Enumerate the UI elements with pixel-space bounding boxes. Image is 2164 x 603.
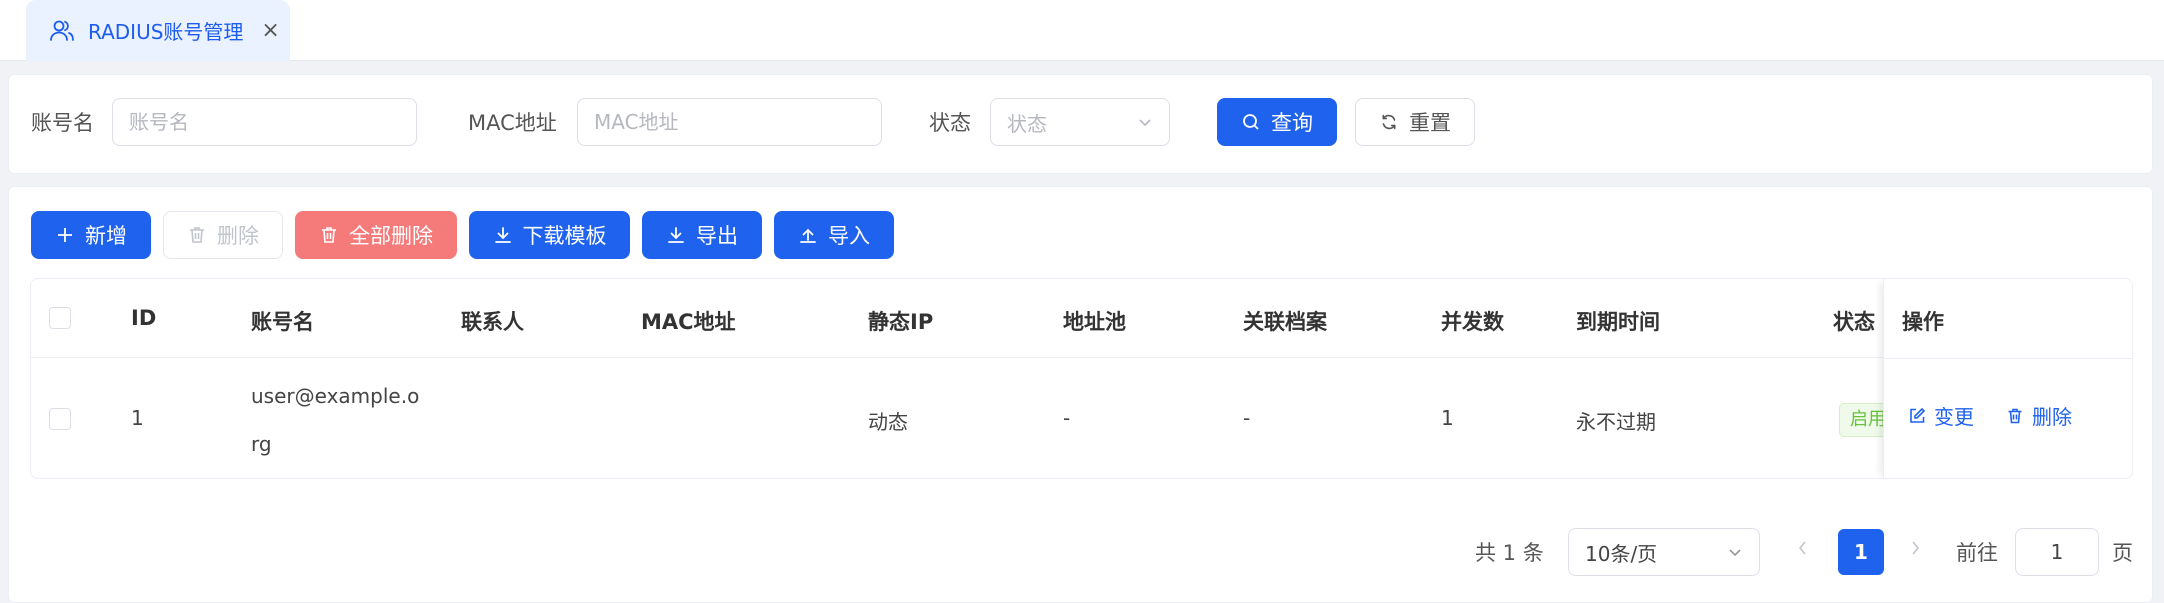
delete-label: 删除 — [217, 224, 259, 248]
goto-label: 前往 — [1956, 541, 1998, 565]
accounts-table: ID 账号名 联系人 MAC地址 静态IP 地址池 关联档案 并发数 到期时间 … — [30, 278, 2133, 479]
trash-icon — [2006, 407, 2024, 425]
chevron-down-icon — [1727, 544, 1743, 560]
column-header-pool: 地址池 — [1063, 310, 1126, 334]
edit-button[interactable]: 变更 — [1908, 401, 1974, 430]
status-label: 状态 — [929, 111, 971, 135]
page-size-value: 10条/页 — [1585, 541, 1658, 566]
column-header-actions: 操作 — [1902, 310, 1944, 334]
goto-page-input[interactable] — [2015, 528, 2099, 576]
add-button[interactable]: 新增 — [31, 211, 151, 259]
reset-label: 重置 — [1409, 111, 1451, 135]
cell-static-ip: 动态 — [868, 410, 908, 434]
actions-column: 操作 变更 删除 — [1883, 279, 2132, 478]
query-label: 查询 — [1271, 111, 1313, 135]
import-button[interactable]: 导入 — [774, 211, 894, 259]
cell-account: user@example.o rg — [251, 372, 419, 468]
cell-pool: - — [1063, 406, 1071, 430]
chevron-right-icon — [1912, 541, 1920, 555]
pager-total: 共 1 条 — [1475, 541, 1544, 565]
actions-divider — [1884, 358, 2132, 359]
row-delete-button[interactable]: 删除 — [2006, 401, 2072, 430]
reset-button[interactable]: 重置 — [1355, 98, 1475, 146]
account-label: 账号名 — [31, 111, 94, 135]
users-icon — [48, 17, 76, 45]
delete-button[interactable]: 删除 — [163, 211, 283, 259]
search-panel: 账号名 MAC地址 状态 状态 查询 重置 — [8, 74, 2153, 174]
status-select-placeholder: 状态 — [1007, 111, 1047, 136]
row-delete-label: 删除 — [2032, 405, 2072, 429]
column-header-profile: 关联档案 — [1243, 310, 1327, 334]
export-button[interactable]: 导出 — [642, 211, 762, 259]
select-all-checkbox[interactable] — [49, 307, 71, 329]
query-button[interactable]: 查询 — [1217, 98, 1337, 146]
edit-label: 变更 — [1934, 405, 1974, 429]
upload-icon — [798, 225, 818, 245]
tab-bar: RADIUS账号管理 × — [0, 0, 2164, 61]
page-1-button[interactable]: 1 — [1838, 529, 1884, 575]
refresh-icon — [1379, 112, 1399, 132]
column-header-expire: 到期时间 — [1576, 310, 1660, 334]
prev-page-button[interactable] — [1795, 537, 1811, 559]
close-icon[interactable]: × — [261, 19, 279, 42]
chevron-left-icon — [1798, 541, 1806, 555]
mac-label: MAC地址 — [468, 111, 557, 135]
search-icon — [1241, 112, 1261, 132]
delete-all-label: 全部删除 — [349, 224, 433, 248]
cell-account-line2: rg — [251, 432, 272, 456]
trash-icon — [319, 225, 339, 245]
account-input[interactable] — [112, 98, 417, 146]
table-row: 1 user@example.o rg 动态 - - 1 永不过期 启用 — [31, 358, 2132, 478]
page-size-select[interactable]: 10条/页 — [1568, 528, 1760, 576]
delete-all-button[interactable]: 全部删除 — [295, 211, 457, 259]
tab-label: RADIUS账号管理 — [88, 20, 244, 44]
row-checkbox[interactable] — [49, 408, 71, 430]
column-header-status: 状态 — [1833, 310, 1875, 334]
column-header-id: ID — [131, 306, 157, 330]
edit-icon — [1908, 407, 1926, 425]
cell-expire: 永不过期 — [1576, 410, 1656, 434]
chevron-down-icon — [1137, 114, 1153, 130]
table-header: ID 账号名 联系人 MAC地址 静态IP 地址池 关联档案 并发数 到期时间 … — [31, 279, 2132, 358]
plus-icon — [55, 225, 75, 245]
download-template-label: 下载模板 — [522, 224, 607, 248]
trash-icon — [187, 225, 207, 245]
next-page-button[interactable] — [1907, 537, 1923, 559]
download-icon — [493, 225, 513, 245]
download-template-button[interactable]: 下载模板 — [469, 211, 630, 259]
column-header-mac: MAC地址 — [641, 310, 736, 334]
cell-id: 1 — [131, 406, 144, 430]
import-label: 导入 — [828, 224, 870, 248]
column-header-contact: 联系人 — [461, 310, 524, 334]
tab-radius-accounts[interactable]: RADIUS账号管理 × — [26, 0, 290, 61]
add-label: 新增 — [85, 224, 127, 248]
column-header-static-ip: 静态IP — [868, 310, 934, 334]
export-label: 导出 — [696, 224, 738, 248]
mac-input[interactable] — [577, 98, 882, 146]
column-header-account: 账号名 — [251, 310, 314, 334]
cell-profile: - — [1243, 406, 1251, 430]
cell-concurrency: 1 — [1441, 406, 1454, 430]
list-panel: 新增 删除 全部删除 下载模板 导出 导入 ID 账号名 联系人 MAC地址 静… — [8, 186, 2153, 603]
page-unit-label: 页 — [2112, 541, 2133, 565]
status-select[interactable]: 状态 — [990, 98, 1170, 146]
cell-account-line1: user@example.o — [251, 384, 420, 408]
download-icon — [666, 225, 686, 245]
column-header-concurrency: 并发数 — [1441, 310, 1504, 334]
